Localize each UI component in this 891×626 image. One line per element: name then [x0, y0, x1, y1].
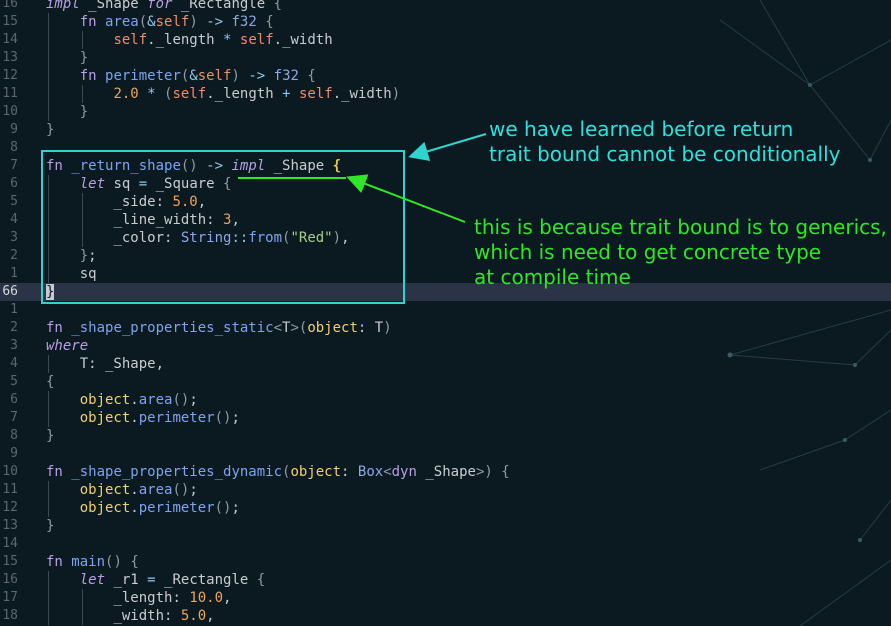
code-line[interactable]: 15 fn area(&self) -> f32 {: [0, 13, 891, 31]
code-line[interactable]: 16 let _r1 = _Rectangle {: [0, 571, 891, 589]
code-text[interactable]: }: [46, 427, 54, 445]
line-number: 16: [2, 572, 18, 587]
code-line[interactable]: 17 _length: 10.0,: [0, 589, 891, 607]
code-line[interactable]: 13 }: [0, 49, 891, 67]
line-number: 66: [2, 284, 18, 299]
code-line[interactable]: 6 object.area();: [0, 391, 891, 409]
code-line[interactable]: 5{: [0, 373, 891, 391]
line-number: 9: [10, 446, 18, 461]
line-number: 11: [2, 86, 18, 101]
code-text[interactable]: fn perimeter(&self) -> f32 {: [46, 67, 316, 85]
line-number: 6: [10, 392, 18, 407]
line-number: 1: [10, 302, 18, 317]
code-text[interactable]: self._length * self._width: [46, 31, 332, 49]
line-number: 1: [10, 266, 18, 281]
code-editor[interactable]: 16 impl _Shape for _Rectangle {15 fn area…: [0, 0, 891, 625]
code-text[interactable]: where: [46, 337, 88, 355]
code-line[interactable]: 7 object.perimeter();: [0, 409, 891, 427]
line-number: 17: [2, 590, 18, 605]
line-number: 10: [2, 464, 18, 479]
code-text[interactable]: {: [46, 373, 54, 391]
line-number: 8: [10, 428, 18, 443]
code-line[interactable]: 11 2.0 * (self._length + self._width): [0, 85, 891, 103]
line-number: 7: [10, 158, 18, 173]
line-number: 15: [2, 14, 18, 29]
code-line[interactable]: 15 fn main() {: [0, 553, 891, 571]
code-line[interactable]: 12 fn perimeter(&self) -> f32 {: [0, 67, 891, 85]
code-text[interactable]: 2.0 * (self._length + self._width): [46, 85, 400, 103]
code-text[interactable]: _width: 5.0,: [46, 607, 214, 625]
code-line[interactable]: 18 _width: 5.0,: [0, 607, 891, 625]
highlight-box: [41, 150, 405, 304]
code-line[interactable]: 11 object.area();: [0, 481, 891, 499]
code-text[interactable]: object.perimeter();: [46, 499, 240, 517]
line-number: 10: [2, 104, 18, 119]
line-number: 15: [2, 554, 18, 569]
code-line[interactable]: 10 fn _shape_properties_dynamic(object: B…: [0, 463, 891, 481]
line-number: 5: [10, 374, 18, 389]
code-text[interactable]: object.area();: [46, 481, 198, 499]
code-text[interactable]: }: [46, 49, 88, 67]
annotation-return-bound: we have learned before return trait boun…: [489, 117, 841, 166]
code-text[interactable]: object.perimeter();: [46, 409, 240, 427]
line-number: 16: [2, 0, 18, 11]
code-text[interactable]: _length: 10.0,: [46, 589, 231, 607]
line-number: 4: [10, 356, 18, 371]
line-number: 9: [10, 122, 18, 137]
line-number: 12: [2, 500, 18, 515]
code-text[interactable]: fn _shape_properties_static<T>(object: T…: [46, 319, 392, 337]
line-number: 3: [10, 338, 18, 353]
line-number: 8: [10, 140, 18, 155]
line-number: 2: [10, 248, 18, 263]
line-number: 14: [2, 32, 18, 47]
code-text[interactable]: }: [46, 517, 54, 535]
annotation-generics-explanation: this is because trait bound is to generi…: [474, 215, 887, 289]
code-line[interactable]: 14: [0, 535, 891, 553]
code-line[interactable]: 14 self._length * self._width: [0, 31, 891, 49]
code-line[interactable]: 3 where: [0, 337, 891, 355]
line-number: 7: [10, 410, 18, 425]
line-number: 2: [10, 320, 18, 335]
underline-impl-shape: [238, 177, 346, 179]
code-line[interactable]: 2 fn _shape_properties_static<T>(object: …: [0, 319, 891, 337]
code-text[interactable]: fn area(&self) -> f32 {: [46, 13, 274, 31]
code-text[interactable]: object.area();: [46, 391, 198, 409]
line-number: 5: [10, 194, 18, 209]
line-number: 13: [2, 518, 18, 533]
code-line[interactable]: 4 T: _Shape,: [0, 355, 891, 373]
code-line[interactable]: 16 impl _Shape for _Rectangle {: [0, 0, 891, 13]
code-text[interactable]: }: [46, 103, 88, 121]
line-number: 3: [10, 230, 18, 245]
code-text[interactable]: fn _shape_properties_dynamic(object: Box…: [46, 463, 510, 481]
code-line[interactable]: 8}: [0, 427, 891, 445]
line-number: 18: [2, 608, 18, 623]
line-number: 6: [10, 176, 18, 191]
code-line[interactable]: 9: [0, 445, 891, 463]
code-line[interactable]: 12 object.perimeter();: [0, 499, 891, 517]
line-number: 4: [10, 212, 18, 227]
line-number: 12: [2, 68, 18, 83]
code-text[interactable]: T: _Shape,: [46, 355, 164, 373]
code-text[interactable]: impl _Shape for _Rectangle {: [46, 0, 282, 13]
code-text[interactable]: }: [46, 121, 54, 139]
code-text[interactable]: fn main() {: [46, 553, 139, 571]
code-text[interactable]: let _r1 = _Rectangle {: [46, 571, 265, 589]
line-number: 14: [2, 536, 18, 551]
line-number: 13: [2, 50, 18, 65]
line-number: 11: [2, 482, 18, 497]
code-line[interactable]: 13}: [0, 517, 891, 535]
